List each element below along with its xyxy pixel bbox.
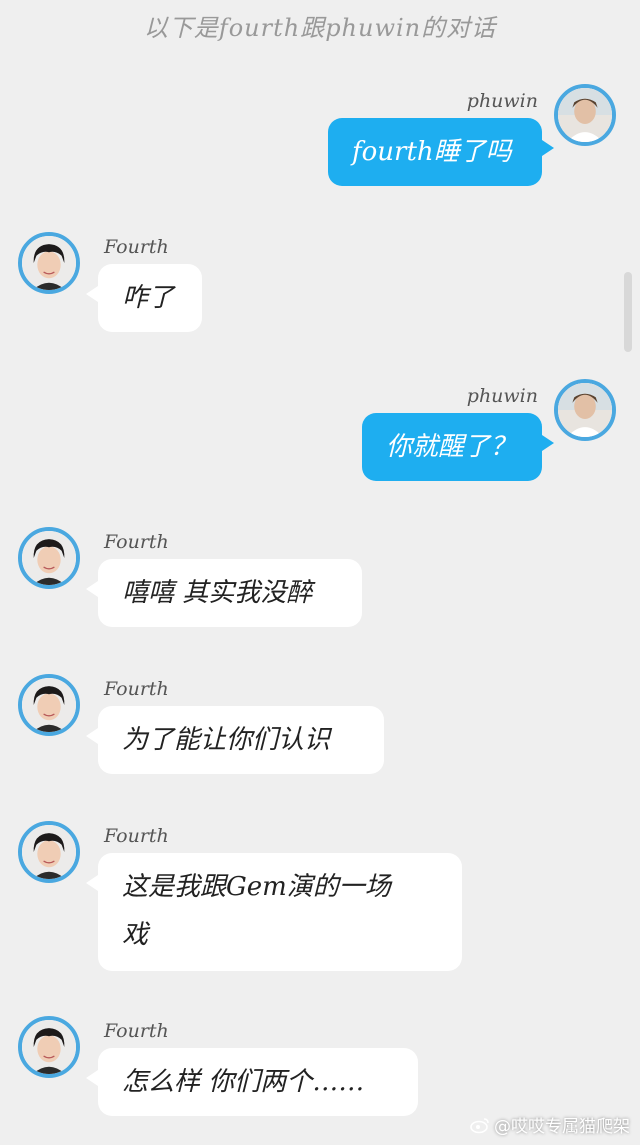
chat-message: Fourth 咋了 <box>0 232 640 342</box>
avatar-image <box>22 825 76 879</box>
fourth-avatar[interactable] <box>18 1016 80 1078</box>
fourth-avatar[interactable] <box>18 527 80 589</box>
sender-name: phuwin <box>466 385 538 407</box>
chat-message: Fourth 嘻嘻 其实我没醉 <box>0 527 640 637</box>
fourth-avatar[interactable] <box>18 821 80 883</box>
watermark: @哎哎专属猫爬架 <box>470 1112 630 1137</box>
message-bubble[interactable]: 为了能让你们认识 <box>86 706 384 774</box>
message-bubble[interactable]: 怎么样 你们两个…… <box>86 1048 418 1116</box>
chat-message: Fourth 这是我跟Gem演的一场戏 <box>0 821 640 981</box>
sender-name: Fourth <box>104 531 169 553</box>
sender-name: Fourth <box>104 678 169 700</box>
phuwin-avatar[interactable] <box>554 84 616 146</box>
fourth-avatar[interactable] <box>18 232 80 294</box>
message-bubble[interactable]: 嘻嘻 其实我没醉 <box>86 559 362 627</box>
page-title: 以下是fourth跟phuwin的对话 <box>143 14 497 42</box>
avatar-image <box>22 678 76 732</box>
sender-name: phuwin <box>466 90 538 112</box>
message-bubble[interactable]: 咋了 <box>86 264 202 332</box>
avatar-image <box>22 236 76 290</box>
chat-message: phuwin fourth睡了吗 <box>0 84 640 194</box>
sender-name: Fourth <box>104 825 169 847</box>
sender-name: Fourth <box>104 236 169 258</box>
avatar-image <box>558 88 612 142</box>
watermark-text: @哎哎专属猫爬架 <box>494 1117 630 1137</box>
phuwin-avatar[interactable] <box>554 379 616 441</box>
avatar-image <box>558 383 612 437</box>
message-bubble[interactable]: 这是我跟Gem演的一场戏 <box>86 853 462 971</box>
sender-name: Fourth <box>104 1020 169 1042</box>
message-bubble[interactable]: 你就醒了？ <box>362 413 554 481</box>
chat-message: Fourth 为了能让你们认识 <box>0 674 640 784</box>
avatar-image <box>22 531 76 585</box>
fourth-avatar[interactable] <box>18 674 80 736</box>
weibo-icon <box>470 1116 490 1134</box>
chat-message: Fourth 怎么样 你们两个…… <box>0 1016 640 1126</box>
avatar-image <box>22 1020 76 1074</box>
chat-message: phuwin 你就醒了？ <box>0 379 640 489</box>
message-bubble[interactable]: fourth睡了吗 <box>328 118 554 186</box>
